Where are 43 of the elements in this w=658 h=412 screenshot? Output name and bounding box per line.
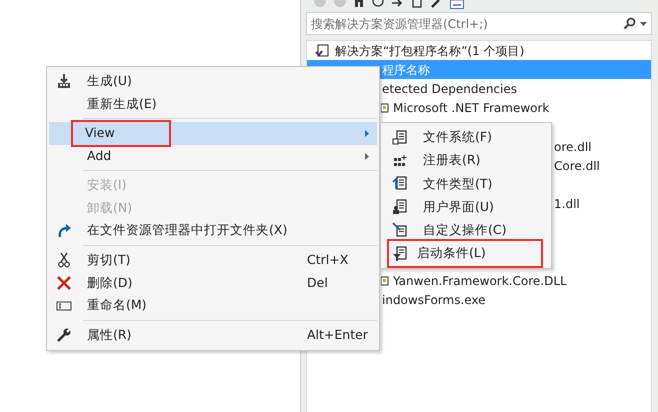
funnel-icon (392, 246, 408, 262)
redo-arrow-icon (56, 222, 72, 239)
shortcut-text: Ctrl+X (307, 251, 348, 270)
menu-item[interactable]: 自定义操作(C) (383, 218, 549, 242)
menu-item[interactable]: 用户界面(U) (383, 196, 549, 219)
file-types-icon (392, 176, 408, 192)
file-system-icon (392, 130, 408, 146)
menu-item[interactable]: 重命名(M) (49, 294, 377, 317)
solution-icon (315, 44, 329, 58)
menu-item[interactable]: 剪切(T) Ctrl+X (49, 249, 377, 272)
dropdown-caret-icon[interactable] (640, 22, 647, 26)
tree-item[interactable]: Yanwen.Framework.Core.DLL (381, 271, 571, 290)
menu-item[interactable]: 删除(D) Del (49, 272, 377, 294)
user-interface-icon (392, 199, 408, 216)
highlight-frame: View (73, 122, 169, 145)
menu-item[interactable]: 文件类型(T) (383, 172, 549, 196)
tree-item[interactable]: Core.dll (554, 156, 604, 176)
shortcut-text: Alt+Enter (307, 326, 368, 344)
menu-item[interactable]: Add (49, 144, 377, 168)
tree-item[interactable]: ore.dll (554, 136, 596, 156)
menu-item[interactable]: 注册表(R) (383, 149, 549, 172)
registry-icon (392, 152, 408, 169)
shortcut-text: Del (307, 274, 328, 292)
tree-item[interactable]: 解决方案“打包程序名称”(1 个项目) (315, 41, 528, 60)
submenu-arrow-icon (365, 152, 369, 160)
search-icon[interactable] (623, 17, 636, 30)
menu-item[interactable]: 属性(R) Alt+Enter (49, 324, 377, 347)
tree-item[interactable]: indowsForms.exe (382, 290, 490, 310)
preview-icon[interactable] (450, 0, 464, 9)
menu-item[interactable]: 重新生成(E) (49, 92, 377, 116)
search-field[interactable]: 搜索解决方案资源管理器(Ctrl+;) (306, 12, 652, 35)
tree-item[interactable]: etected Dependencies (382, 79, 521, 99)
build-icon (56, 73, 72, 90)
menu-item[interactable]: 在文件资源管理器中打开文件夹(X) (49, 220, 377, 242)
custom-action-icon (392, 222, 408, 238)
search-input[interactable]: 搜索解决方案资源管理器(Ctrl+;) (311, 14, 623, 32)
menu-item[interactable]: 文件系统(F) (383, 126, 549, 150)
scissors-icon (56, 252, 72, 268)
delete-icon (56, 275, 72, 292)
tree-item[interactable]: Microsoft .NET Framework (381, 98, 554, 118)
tree-item[interactable]: 1.dll (554, 194, 584, 214)
submenu-arrow-icon (365, 130, 369, 138)
menu-item[interactable]: View (49, 122, 377, 145)
